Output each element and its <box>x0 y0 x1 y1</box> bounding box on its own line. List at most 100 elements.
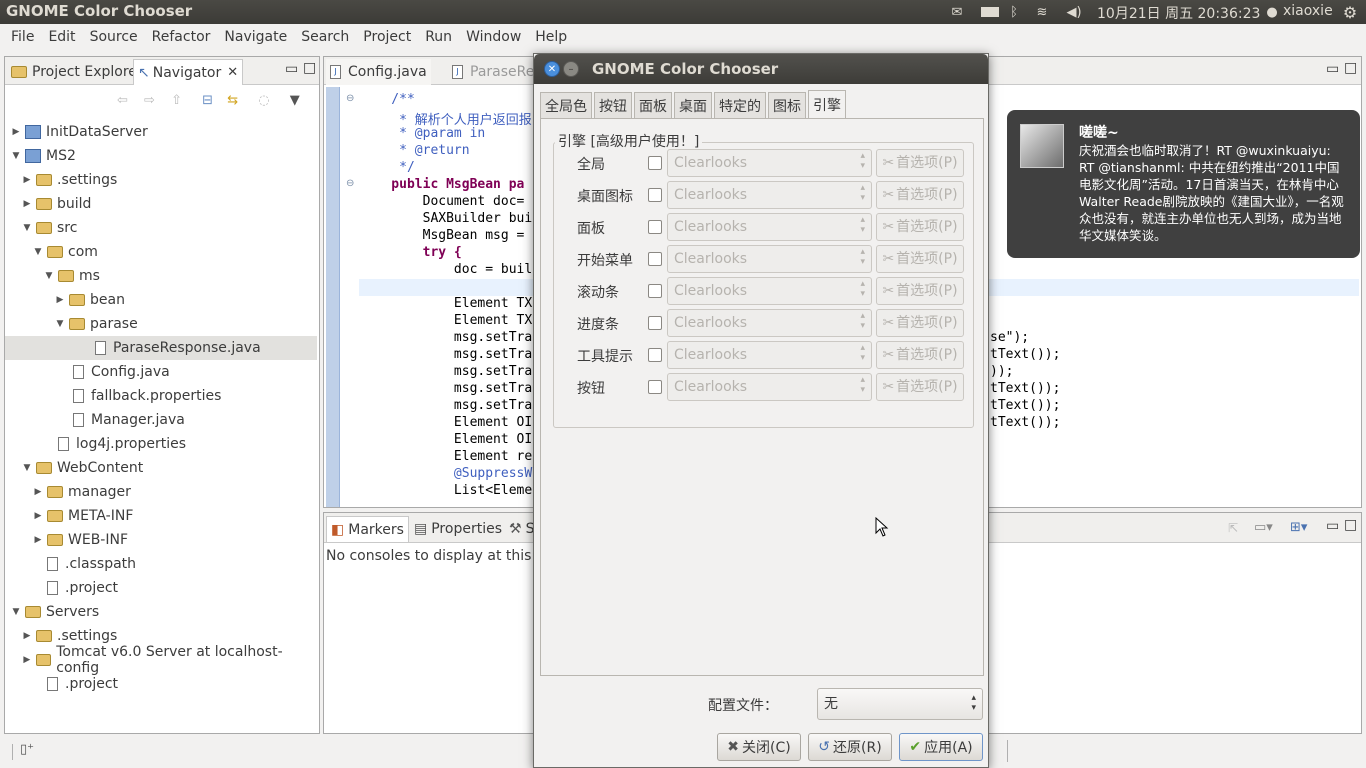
fast-view-icon[interactable]: ▯⁺ <box>20 742 34 757</box>
dialog-tab[interactable]: 图标 <box>768 92 806 118</box>
wifi-icon[interactable]: ≋ <box>1030 3 1054 21</box>
menu-window[interactable]: Window <box>459 29 528 45</box>
engine-select[interactable]: Clearlooks ▴ ▾ <box>667 309 872 337</box>
tree-item[interactable]: Config.java <box>5 360 317 384</box>
tab-navigator[interactable]: ↖ Navigator ✕ <box>133 59 244 85</box>
tree-item[interactable]: Manager.java <box>5 408 317 432</box>
tree-item[interactable]: ▶ bean <box>5 288 317 312</box>
expand-arrow-icon[interactable]: ▶ <box>55 295 65 305</box>
profile-select[interactable]: 无 ▴ ▾ <box>817 688 983 720</box>
collapse-arrow-icon[interactable]: ▼ <box>55 319 65 329</box>
menu-navigate[interactable]: Navigate <box>217 29 294 45</box>
engine-select[interactable]: Clearlooks ▴ ▾ <box>667 245 872 273</box>
dialog-titlebar[interactable]: ✕ – GNOME Color Chooser <box>534 54 988 84</box>
maximize-icon[interactable]: □ <box>303 60 316 76</box>
expand-arrow-icon[interactable]: ▶ <box>22 655 32 665</box>
engine-preferences-button[interactable]: ✂ 首选项(P) <box>876 341 964 369</box>
dialog-tab[interactable]: 桌面 <box>674 92 712 118</box>
mail-icon[interactable]: ✉ <box>946 3 968 21</box>
link-editor-icon[interactable]: ⇆ <box>227 93 238 108</box>
dialog-tab[interactable]: 引擎 <box>808 90 846 119</box>
expand-arrow-icon[interactable]: ▶ <box>22 199 32 209</box>
expand-arrow-icon[interactable]: ▶ <box>22 631 32 641</box>
tree-item[interactable]: log4j.properties <box>5 432 317 456</box>
tree-item[interactable]: ▼ ms <box>5 264 317 288</box>
menu-help[interactable]: Help <box>528 29 574 45</box>
menu-run[interactable]: Run <box>418 29 459 45</box>
tree-item[interactable]: .project <box>5 672 317 696</box>
minimize-window-icon[interactable]: – <box>563 61 579 77</box>
tree-item[interactable]: .classpath <box>5 552 317 576</box>
tree-item[interactable]: ▶ .settings <box>5 168 317 192</box>
fold-icon[interactable]: ⊖ <box>346 93 354 104</box>
expand-arrow-icon[interactable]: ▶ <box>33 487 43 497</box>
bluetooth-icon[interactable]: ᛒ <box>1006 3 1022 21</box>
pin-console-icon[interactable]: ⇱ <box>1228 521 1238 535</box>
revert-button[interactable]: ↺ 还原(R) <box>808 733 892 761</box>
engine-checkbox[interactable] <box>648 316 662 330</box>
maximize-icon[interactable]: □ <box>1344 517 1357 533</box>
tree-item[interactable]: ▼ MS2 <box>5 144 317 168</box>
engine-preferences-button[interactable]: ✂ 首选项(P) <box>876 245 964 273</box>
battery-icon[interactable] <box>978 3 1002 21</box>
dialog-tab[interactable]: 特定的 <box>714 92 766 118</box>
collapse-arrow-icon[interactable]: ▼ <box>22 223 32 233</box>
username[interactable]: xiaoxie <box>1283 3 1333 19</box>
view-menu-icon[interactable]: ▼ <box>290 93 300 108</box>
dialog-tab[interactable]: 按钮 <box>594 92 632 118</box>
engine-checkbox[interactable] <box>648 220 662 234</box>
engine-select[interactable]: Clearlooks ▴ ▾ <box>667 373 872 401</box>
engine-checkbox[interactable] <box>648 156 662 170</box>
menu-project[interactable]: Project <box>356 29 418 45</box>
session-gear-icon[interactable]: ⚙ <box>1340 3 1360 22</box>
engine-preferences-button[interactable]: ✂ 首选项(P) <box>876 373 964 401</box>
minimize-icon[interactable]: ▭ <box>1326 61 1339 77</box>
menu-refactor[interactable]: Refactor <box>145 29 218 45</box>
back-icon[interactable]: ⇦ <box>117 93 128 108</box>
engine-select[interactable]: Clearlooks ▴ ▾ <box>667 181 872 209</box>
fold-icon[interactable]: ⊖ <box>346 178 354 189</box>
apply-button[interactable]: ✔ 应用(A) <box>899 733 983 761</box>
tree-item[interactable]: ▼ parase <box>5 312 317 336</box>
tree-item[interactable]: ▼ com <box>5 240 317 264</box>
menu-search[interactable]: Search <box>294 29 356 45</box>
menu-file[interactable]: File <box>4 29 41 45</box>
collapse-all-icon[interactable]: ⊟ <box>202 93 213 108</box>
display-console-icon[interactable]: ▭▾ <box>1254 520 1273 535</box>
engine-preferences-button[interactable]: ✂ 首选项(P) <box>876 149 964 177</box>
engine-preferences-button[interactable]: ✂ 首选项(P) <box>876 213 964 241</box>
tree-item[interactable]: ▶ manager <box>5 480 317 504</box>
tree-item[interactable]: ParaseResponse.java <box>5 336 317 360</box>
filter-icon[interactable]: ◌ <box>258 93 269 108</box>
engine-preferences-button[interactable]: ✂ 首选项(P) <box>876 277 964 305</box>
tree-item[interactable]: ▼ src <box>5 216 317 240</box>
tree-item[interactable]: ▼ WebContent <box>5 456 317 480</box>
engine-preferences-button[interactable]: ✂ 首选项(P) <box>876 309 964 337</box>
engine-preferences-button[interactable]: ✂ 首选项(P) <box>876 181 964 209</box>
menu-edit[interactable]: Edit <box>41 29 82 45</box>
expand-arrow-icon[interactable]: ▶ <box>11 127 21 137</box>
expand-arrow-icon[interactable]: ▶ <box>33 511 43 521</box>
tree-item[interactable]: ▶ Tomcat v6.0 Server at localhost-config <box>5 644 317 676</box>
maximize-icon[interactable]: □ <box>1344 60 1357 76</box>
tree-item[interactable]: ▶ META-INF <box>5 504 317 528</box>
close-button[interactable]: ✖ 关闭(C) <box>717 733 801 761</box>
close-window-icon[interactable]: ✕ <box>544 61 560 77</box>
engine-checkbox[interactable] <box>648 348 662 362</box>
collapse-arrow-icon[interactable]: ▼ <box>22 463 32 473</box>
engine-checkbox[interactable] <box>648 252 662 266</box>
engine-select[interactable]: Clearlooks ▴ ▾ <box>667 149 872 177</box>
forward-icon[interactable]: ⇨ <box>144 93 155 108</box>
tab-markers[interactable]: ◧ Markers <box>326 516 409 542</box>
engine-select[interactable]: Clearlooks ▴ ▾ <box>667 341 872 369</box>
tree-item[interactable]: fallback.properties <box>5 384 317 408</box>
close-tab-icon[interactable]: ✕ <box>227 65 238 80</box>
collapse-arrow-icon[interactable]: ▼ <box>44 271 54 281</box>
expand-arrow-icon[interactable]: ▶ <box>33 535 43 545</box>
engine-select[interactable]: Clearlooks ▴ ▾ <box>667 277 872 305</box>
collapse-arrow-icon[interactable]: ▼ <box>11 151 21 161</box>
minimize-icon[interactable]: ▭ <box>285 61 298 77</box>
user-icon[interactable]: ● <box>1264 3 1280 21</box>
clock[interactable]: 10月21日 周五 20:36:23 <box>1097 3 1260 23</box>
up-icon[interactable]: ⇧ <box>171 93 182 108</box>
